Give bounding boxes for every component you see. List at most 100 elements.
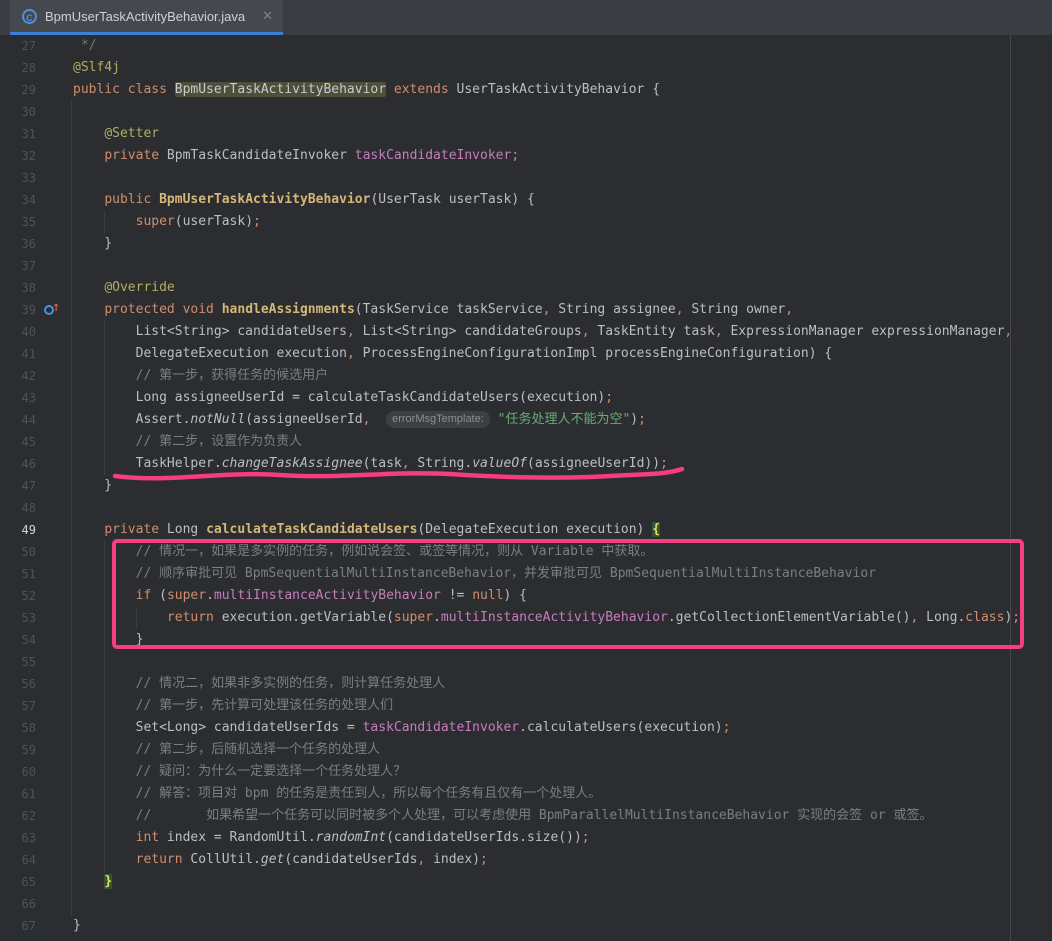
token-p: DelegateExecution execution — [73, 346, 347, 361]
line-number: 27 — [0, 35, 36, 57]
token-p: . — [206, 588, 214, 603]
code-line[interactable]: 29public class BpmUserTaskActivityBehavi… — [0, 79, 1052, 101]
code-line[interactable]: 39 protected void handleAssignments(Task… — [0, 299, 1052, 321]
gutter — [36, 563, 73, 585]
code-line[interactable]: 28@Slf4j — [0, 57, 1052, 79]
code-line[interactable]: 30 — [0, 101, 1052, 123]
gutter — [36, 145, 73, 167]
line-number: 61 — [0, 783, 36, 805]
code-line[interactable]: 53 return execution.getVariable(super.mu… — [0, 607, 1052, 629]
line-number: 29 — [0, 79, 36, 101]
token-p — [73, 192, 104, 207]
code-line[interactable]: 45 // 第二步，设置作为负责人 — [0, 431, 1052, 453]
code-line[interactable]: 64 return CollUtil.get(candidateUserIds,… — [0, 849, 1052, 871]
code-line[interactable]: 59 // 第二步，后随机选择一个任务的处理人 — [0, 739, 1052, 761]
token-p: ProcessEngineConfigurationImpl processEn… — [355, 346, 832, 361]
token-p: Long assigneeUserId = calculateTaskCandi… — [73, 390, 605, 405]
code-line[interactable]: 44 Assert.notNull(assigneeUserId, errorM… — [0, 409, 1052, 431]
code-line[interactable]: 35 super(userTask); — [0, 211, 1052, 233]
code-line[interactable]: 57 // 第一步，先计算可处理该任务的处理人们 — [0, 695, 1052, 717]
token-p: } — [73, 632, 143, 647]
code-line[interactable]: 66 — [0, 893, 1052, 915]
code-line[interactable]: 60 // 疑问：为什么一定要选择一个任务处理人？ — [0, 761, 1052, 783]
code-line[interactable]: 63 int index = RandomUtil.randomInt(cand… — [0, 827, 1052, 849]
gutter — [36, 409, 73, 431]
code-line[interactable]: 31 @Setter — [0, 123, 1052, 145]
code-line[interactable]: 52 if (super.multiInstanceActivityBehavi… — [0, 585, 1052, 607]
code-line[interactable]: 32 private BpmTaskCandidateInvoker taskC… — [0, 145, 1052, 167]
tab-bpm-user-task-activity-behavior[interactable]: C BpmUserTaskActivityBehavior.java ✕ — [10, 0, 283, 35]
token-kw: ; — [511, 148, 519, 163]
code-line[interactable]: 33 — [0, 167, 1052, 189]
token-p: TaskHelper. — [73, 456, 222, 471]
gutter — [36, 585, 73, 607]
code-line[interactable]: 43 Long assigneeUserId = calculateTaskCa… — [0, 387, 1052, 409]
code-line[interactable]: 54 } — [0, 629, 1052, 651]
token-p — [73, 522, 104, 537]
token-p — [73, 610, 167, 625]
code-line[interactable]: 61 // 解答：项目对 bpm 的任务是责任到人，所以每个任务有且仅有一个处理… — [0, 783, 1052, 805]
code-line[interactable]: 50 // 情况一，如果是多实例的任务，例如说会签、或签等情况，则从 Varia… — [0, 541, 1052, 563]
code-line[interactable]: 42 // 第一步，获得任务的候选用户 — [0, 365, 1052, 387]
code-line[interactable]: 56 // 情况二，如果非多实例的任务，则计算任务处理人 — [0, 673, 1052, 695]
code-line[interactable]: 49 private Long calculateTaskCandidateUs… — [0, 519, 1052, 541]
code-text: int index = RandomUtil.randomInt(candida… — [73, 827, 1052, 849]
gutter — [36, 475, 73, 497]
code-text: return CollUtil.get(candidateUserIds, in… — [73, 849, 1052, 871]
code-editor[interactable]: 27 */28@Slf4j29public class BpmUserTaskA… — [0, 35, 1052, 941]
gutter — [36, 101, 73, 123]
code-line[interactable]: 41 DelegateExecution execution, ProcessE… — [0, 343, 1052, 365]
token-p: } — [73, 918, 81, 933]
token-kw: , — [347, 346, 355, 361]
gutter — [36, 893, 73, 915]
token-p: Set<Long> candidateUserIds = — [73, 720, 363, 735]
code-text: // 情况二，如果非多实例的任务，则计算任务处理人 — [73, 673, 1052, 695]
line-number: 31 — [0, 123, 36, 145]
code-text: TaskHelper.changeTaskAssignee(task, Stri… — [73, 453, 1052, 475]
close-icon[interactable]: ✕ — [262, 8, 273, 24]
code-line[interactable]: 48 — [0, 497, 1052, 519]
line-number: 32 — [0, 145, 36, 167]
code-line[interactable]: 67} — [0, 915, 1052, 937]
token-p — [167, 82, 175, 97]
line-number: 47 — [0, 475, 36, 497]
code-text: @Override — [73, 277, 1052, 299]
token-kw: if — [136, 588, 152, 603]
token-p: (DelegateExecution execution) — [417, 522, 652, 537]
token-ihl: BpmUserTaskActivityBehavior — [175, 82, 386, 97]
token-field: multiInstanceActivityBehavior — [214, 588, 441, 603]
code-line[interactable]: 62 // 如果希望一个任务可以同时被多个人处理，可以考虑使用 BpmParal… — [0, 805, 1052, 827]
token-kw: return — [167, 610, 214, 625]
token-ann: @Override — [104, 280, 174, 295]
code-line[interactable]: 38 @Override — [0, 277, 1052, 299]
code-line[interactable]: 65 } — [0, 871, 1052, 893]
gutter — [36, 607, 73, 629]
code-text: private BpmTaskCandidateInvoker taskCand… — [73, 145, 1052, 167]
code-line[interactable]: 46 TaskHelper.changeTaskAssignee(task, S… — [0, 453, 1052, 475]
token-cmt: // 第二步，后随机选择一个任务的处理人 — [136, 742, 380, 757]
code-line[interactable]: 37 — [0, 255, 1052, 277]
token-cmt: // 第一步，获得任务的候选用户 — [136, 368, 328, 383]
gutter — [36, 849, 73, 871]
gutter — [36, 167, 73, 189]
overrides-method-icon[interactable] — [44, 305, 54, 315]
code-line[interactable]: 58 Set<Long> candidateUserIds = taskCand… — [0, 717, 1052, 739]
token-p: CollUtil. — [183, 852, 261, 867]
code-line[interactable]: 36 } — [0, 233, 1052, 255]
code-line[interactable]: 34 public BpmUserTaskActivityBehavior(Us… — [0, 189, 1052, 211]
code-line[interactable]: 40 List<String> candidateUsers, List<Str… — [0, 321, 1052, 343]
code-line[interactable]: 51 // 顺序审批可见 BpmSequentialMultiInstanceB… — [0, 563, 1052, 585]
code-text: Assert.notNull(assigneeUserId, errorMsgT… — [73, 409, 1052, 431]
line-number: 57 — [0, 695, 36, 717]
token-p — [73, 126, 104, 141]
line-number: 53 — [0, 607, 36, 629]
token-p: != — [441, 588, 472, 603]
code-line[interactable]: 47 } — [0, 475, 1052, 497]
token-kw: super — [136, 214, 175, 229]
code-line[interactable]: 55 — [0, 651, 1052, 673]
token-p: (task — [363, 456, 402, 471]
token-cmt: // 疑问：为什么一定要选择一个任务处理人？ — [136, 764, 406, 779]
code-text: // 第一步，先计算可处理该任务的处理人们 — [73, 695, 1052, 717]
line-number: 54 — [0, 629, 36, 651]
code-line[interactable]: 27 */ — [0, 35, 1052, 57]
